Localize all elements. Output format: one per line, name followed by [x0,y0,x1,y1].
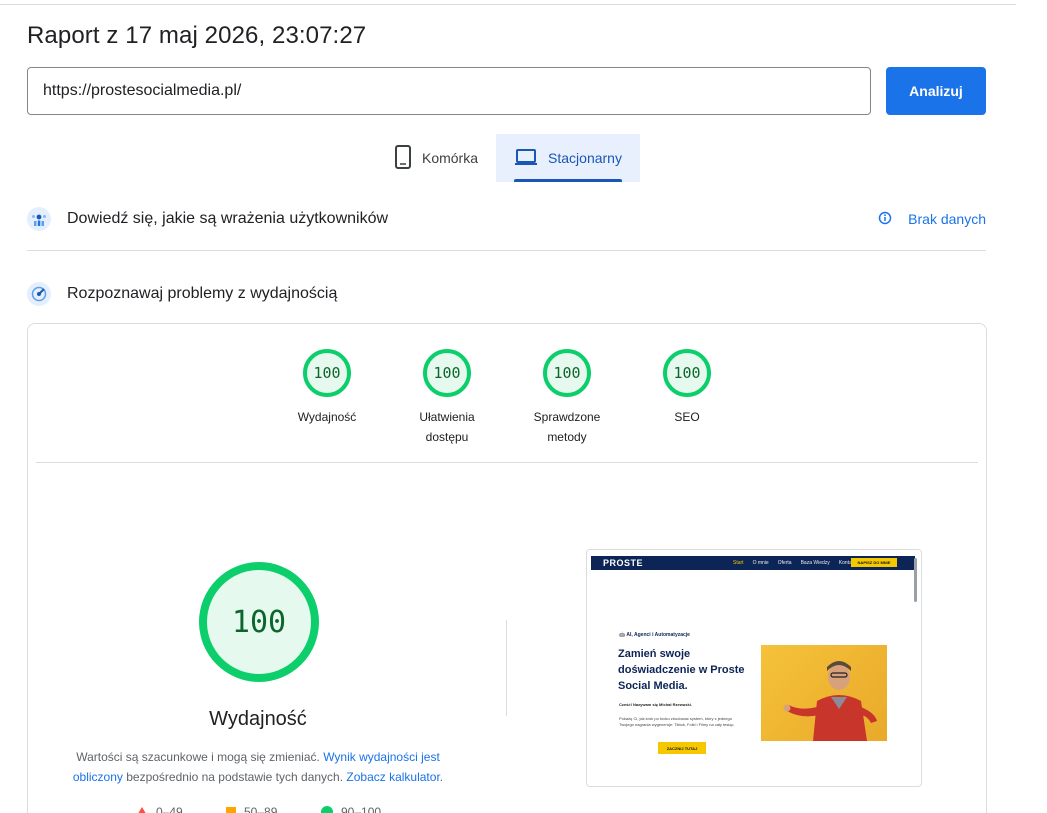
users-experience-icon [27,207,51,231]
tab-desktop-label: Stacjonarny [548,150,622,166]
legend-average: 50–89 [226,805,277,813]
diagnose-icon [27,282,51,306]
info-icon [878,211,892,228]
circle-icon [321,806,333,813]
score-gauge-best-practices[interactable]: 100 Sprawdzone metody [507,349,627,447]
screenshot-nav-cta: NAPISZ DO MNIE [851,558,897,567]
report-title: Raport z 17 maj 2026, 23:07:27 [27,22,367,49]
analyze-button[interactable]: Analizuj [886,67,986,115]
no-data-label: Brak danych [908,211,986,227]
field-data-section: Dowiedź się, jakie są wrażenia użytkowni… [27,207,986,231]
screenshot-body: Pokażę Ci, jak krok po kroku zbudować sy… [619,716,735,727]
vertical-divider [506,620,507,716]
screenshot-nav-links: Start O mnie Oferta Baza Wiedzy Kontakt [733,560,856,566]
tab-mobile[interactable]: Komórka [376,134,496,182]
score-ring: 100 [303,349,351,397]
section-divider [27,250,986,251]
square-icon [226,807,236,813]
screenshot-heading: Zamień swoje doświadczenie w Proste Soci… [618,648,745,692]
calculator-link[interactable]: Zobacz kalkulator [346,770,439,784]
top-divider [0,4,1016,5]
score-label: Ułatwienia dostępu [419,410,475,444]
score-label: Sprawdzone metody [533,410,601,444]
performance-description: Wartości są szacunkowe i mogą się zmieni… [72,750,444,784]
legend-pass: 90–100 [321,805,381,813]
active-tab-indicator [514,179,622,182]
score-ring: 100 [423,349,471,397]
screenshot-subheading: Cześć! Nazywam się Michał Rzewuski. [619,702,692,707]
field-data-title: Dowiedź się, jakie są wrażenia użytkowni… [67,210,389,227]
screenshot-hero-photo [761,645,887,741]
score-gauge-seo[interactable]: 100 SEO [627,349,747,427]
score-ring: 100 [543,349,591,397]
screenshot-cta-button: ZACZNIJ TUTAJ [658,742,706,754]
triangle-icon [136,807,148,813]
panel-divider [36,462,978,463]
legend-fail: 0–49 [136,805,183,813]
screenshot-eyebrow: 🤖 AI, Agenci i Automatyzacje [619,632,690,638]
performance-score-gauge: 100 [199,562,319,682]
score-gauge-performance[interactable]: 100 Wydajność [267,349,387,427]
tab-desktop[interactable]: Stacjonarny [496,134,640,182]
tab-mobile-label: Komórka [421,150,479,166]
laptop-icon [514,148,538,169]
score-label: SEO [674,410,700,424]
performance-label: Wydajność [209,708,307,730]
screenshot-scrollbar [914,558,917,602]
score-label: Wydajność [297,410,357,424]
no-data-link[interactable]: Brak danych [878,211,986,228]
final-screenshot[interactable]: PROSTE Start O mnie Oferta Baza Wiedzy K… [586,549,922,787]
score-gauge-accessibility[interactable]: 100 Ułatwienia dostępu [387,349,507,447]
url-input[interactable] [27,67,871,115]
phone-icon [394,144,412,172]
lab-data-title: Rozpoznawaj problemy z wydajnością [67,285,338,302]
lab-data-section: Rozpoznawaj problemy z wydajnością [27,282,986,306]
screenshot-logo: PROSTE [603,558,644,568]
score-ring: 100 [663,349,711,397]
